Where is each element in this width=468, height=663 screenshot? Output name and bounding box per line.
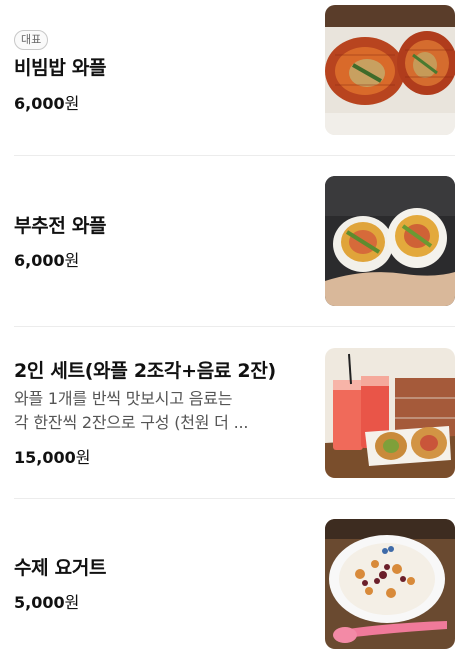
menu-item-price: 5,000원 (14, 593, 80, 612)
menu-item-image[interactable] (325, 519, 455, 649)
chive-pancake-waffle-image (325, 176, 455, 306)
bibimbap-waffle-image (325, 5, 455, 135)
menu-item-image[interactable] (325, 348, 455, 478)
menu-item-price: 15,000원 (14, 448, 91, 467)
homemade-yogurt-image (325, 519, 455, 649)
menu-item-name: 비빔밥 와플 (14, 57, 107, 79)
menu-item-price: 6,000원 (14, 94, 80, 113)
featured-badge: 대표 (14, 30, 49, 50)
two-person-set-image (325, 348, 455, 478)
menu-item-text: 대표 (14, 28, 304, 50)
menu-item-homemade-yogurt[interactable]: 수제 요거트 5,000원 (0, 499, 468, 654)
menu-item-image[interactable] (325, 5, 455, 135)
menu-item-name: 2인 세트(와플 2조각+음료 2잔) (14, 360, 276, 382)
menu-item-two-person-set[interactable]: 2인 세트(와플 2조각+음료 2잔) 와플 1개를 반씩 맛보시고 음료는 각… (0, 327, 468, 482)
menu-item-price: 6,000원 (14, 251, 80, 270)
menu-item-chive-pancake-waffle[interactable]: 부추전 와플 6,000원 (0, 156, 468, 311)
menu-item-name: 부추전 와플 (14, 215, 107, 237)
menu-item-image[interactable] (325, 176, 455, 306)
menu-item-bibimbap-waffle[interactable]: 대표 비빔밥 와플 6,000원 (0, 0, 468, 155)
menu-item-description: 와플 1개를 반씩 맛보시고 음료는 각 한잔씩 2잔으로 구성 (천원 더 .… (14, 389, 249, 432)
menu-item-name: 수제 요거트 (14, 557, 107, 579)
